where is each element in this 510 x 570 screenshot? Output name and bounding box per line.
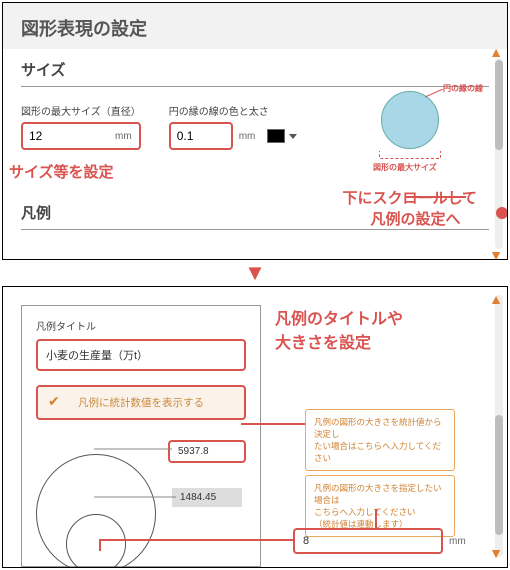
legend-value-large-input[interactable]: 5937.8 xyxy=(168,440,246,463)
down-arrow-icon: ▼ xyxy=(0,262,510,284)
unit-mm: mm xyxy=(447,536,472,547)
scroll-up-icon[interactable]: ▲ xyxy=(489,44,503,60)
scroll-up-icon[interactable]: ▲ xyxy=(489,291,503,307)
legend-title-input[interactable]: 小麦の生産量（万t） xyxy=(36,339,246,371)
annotation-legend-1: 凡例のタイトルや xyxy=(275,305,489,329)
scroll-thumb[interactable] xyxy=(495,60,503,150)
max-size-label: 図形の最大サイズ（直径） xyxy=(21,103,141,118)
line-width-input[interactable] xyxy=(171,124,231,148)
legend-size-input[interactable]: 8 xyxy=(293,528,443,554)
legend-title-label: 凡例タイトル xyxy=(36,318,246,333)
page-title: 図形表現の設定 xyxy=(3,3,507,49)
check-icon: ✔ xyxy=(48,393,60,410)
size-diagram: 円の縁の線 図形の最大サイズ xyxy=(381,91,439,149)
max-size-input[interactable] xyxy=(23,124,113,148)
hint-top: 凡例の図形の大きさを統計値から決定し たい場合はこちらへ入力してください xyxy=(305,409,455,471)
legend-circle-small xyxy=(66,514,126,568)
unit-mm: mm xyxy=(113,131,138,142)
color-swatch[interactable] xyxy=(267,129,285,143)
scroll-down-icon[interactable]: ▼ xyxy=(489,545,503,561)
annotation-legend-2: 大きさを設定 xyxy=(275,329,489,353)
scroll-thumb[interactable] xyxy=(495,415,503,535)
section-size-title: サイズ xyxy=(21,59,489,87)
chevron-down-icon[interactable] xyxy=(289,134,297,139)
scrollbar[interactable]: ▲ ▼ xyxy=(495,295,503,557)
scrollbar[interactable]: ▲ ▼ xyxy=(495,58,503,249)
annotation-scroll-2: 凡例の設定へ xyxy=(342,208,477,229)
annotation-marker-icon xyxy=(496,207,508,219)
legend-value-small: 1484.45 xyxy=(172,488,242,507)
unit-mm: mm xyxy=(237,131,262,142)
legend-preview: 5937.8 1484.45 xyxy=(36,434,246,568)
annotation-size: サイズ等を設定 xyxy=(9,161,114,182)
show-stats-toggle[interactable]: ✔ 凡例に統計数値を表示する xyxy=(36,385,246,420)
line-label: 円の縁の線の色と太さ xyxy=(169,103,298,118)
scroll-down-icon[interactable]: ▼ xyxy=(489,247,503,260)
legend-card: 凡例タイトル 小麦の生産量（万t） ✔ 凡例に統計数値を表示する 5937.8 … xyxy=(21,305,261,567)
